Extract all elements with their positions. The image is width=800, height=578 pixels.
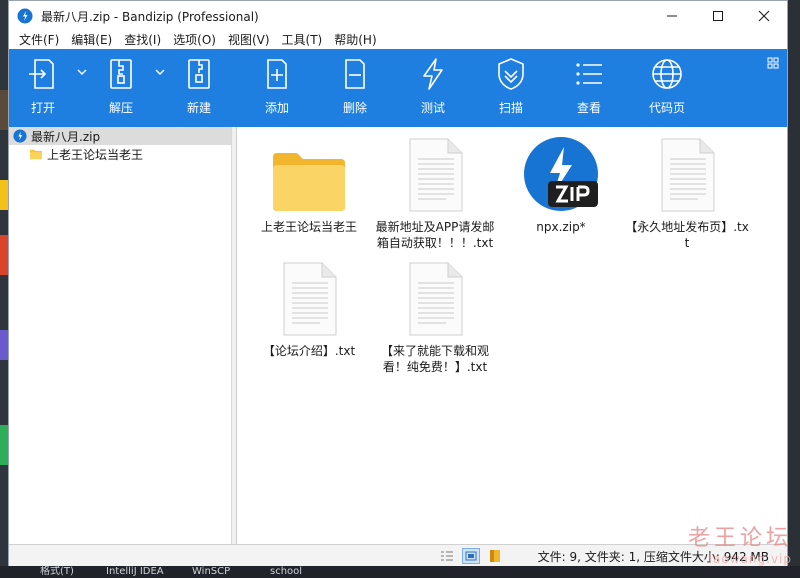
preview-icon: [489, 550, 500, 562]
bandizip-archive-icon: [13, 129, 27, 143]
details-view-icon: [440, 551, 453, 561]
folder-icon: [30, 149, 42, 160]
taskbar-item[interactable]: 格式(T): [40, 566, 74, 578]
taskbar-item[interactable]: IntelliJ IDEA: [106, 566, 164, 578]
extract-label: 解压: [108, 101, 133, 115]
status-bar: 文件: 9, 文件夹: 1, 压缩文件大小: 942 MB: [9, 544, 787, 567]
file-name: 最新地址及APP请发邮箱自动获取！！！.txt: [375, 220, 495, 250]
maximize-icon: [713, 11, 723, 21]
watermark-url: laowang.vip: [708, 552, 792, 566]
chevron-down-icon: [155, 69, 165, 75]
minimize-icon: [667, 15, 677, 17]
text-file-icon: [283, 262, 337, 336]
file-item-folder[interactable]: 上老王论坛当老王: [247, 133, 371, 235]
tree-item-folder[interactable]: 上老王论坛当老王: [9, 145, 231, 163]
title-bar: 最新八月.zip - Bandizip (Professional): [9, 1, 787, 31]
scan-button[interactable]: 扫描: [481, 49, 541, 127]
menu-find[interactable]: 查找(I): [118, 31, 167, 49]
extract-dropdown[interactable]: [151, 49, 169, 127]
file-name: 【永久地址发布页】.txt: [625, 220, 749, 250]
menu-edit[interactable]: 编辑(E): [65, 31, 118, 49]
details-view-button[interactable]: [438, 548, 456, 564]
file-item-txt[interactable]: 【论坛介绍】.txt: [247, 257, 371, 359]
view-button[interactable]: 查看: [559, 49, 619, 127]
lightning-icon: [423, 58, 443, 90]
add-button[interactable]: 添加: [247, 49, 307, 127]
text-file-icon: [409, 138, 463, 212]
globe-icon: [652, 59, 682, 89]
scan-label: 扫描: [498, 101, 523, 115]
tree-folder-label: 上老王论坛当老王: [47, 147, 144, 162]
file-item-txt[interactable]: 【永久地址发布页】.txt: [625, 133, 749, 251]
folder-tree: 最新八月.zip 上老王论坛当老王: [9, 127, 232, 545]
open-button[interactable]: 打开: [13, 49, 73, 127]
maximize-button[interactable]: [695, 1, 741, 31]
desktop-background-right: [788, 0, 800, 578]
minimize-button[interactable]: [649, 1, 695, 31]
folder-icon: [273, 153, 345, 211]
open-dropdown[interactable]: [73, 49, 91, 127]
file-item-txt[interactable]: 【来了就能下载和观看！纯免费！】.txt: [373, 257, 497, 375]
close-button[interactable]: [741, 1, 787, 31]
file-list: 上老王论坛当老王 最新地址及APP请发邮箱自动获取！！！.txt npx.zip…: [237, 127, 787, 545]
window-title: 最新八月.zip - Bandizip (Professional): [41, 9, 259, 24]
list-view-icon: [576, 63, 602, 85]
open-icon: [29, 59, 54, 89]
extract-icon: [110, 59, 132, 89]
extract-button[interactable]: 解压: [91, 49, 151, 127]
chevron-down-icon: [77, 69, 87, 75]
watermark-title: 老王论坛: [687, 526, 792, 551]
taskbar-item[interactable]: WinSCP: [192, 566, 230, 578]
menu-file[interactable]: 文件(F): [13, 31, 65, 49]
file-item-zip[interactable]: npx.zip*: [499, 133, 623, 235]
tree-item-root[interactable]: 最新八月.zip: [9, 127, 231, 145]
file-item-txt[interactable]: 最新地址及APP请发邮箱自动获取！！！.txt: [373, 133, 497, 251]
menu-tools[interactable]: 工具(T): [276, 31, 329, 49]
grid-icon: [767, 57, 779, 69]
file-name: npx.zip*: [536, 220, 586, 234]
toolbar: 打开 解压 新建 添加 删除 测试 扫描 查看 代码页: [9, 49, 787, 127]
content-area: 最新八月.zip 上老王论坛当老王 上老王论坛当老王 最新地址及APP请发邮箱自…: [9, 127, 787, 545]
delete-label: 删除: [342, 101, 367, 115]
file-name: 上老王论坛当老王: [260, 220, 357, 234]
large-icons-view-button[interactable]: [461, 548, 480, 564]
close-icon: [758, 10, 770, 22]
file-name: 【论坛介绍】.txt: [262, 344, 356, 358]
view-label: 查看: [576, 101, 601, 115]
add-label: 添加: [264, 101, 289, 115]
new-label: 新建: [186, 101, 211, 115]
menu-bar: 文件(F) 编辑(E) 查找(I) 选项(O) 视图(V) 工具(T) 帮助(H…: [9, 31, 787, 49]
watermark: 老王论坛 laowang.vip: [688, 520, 792, 566]
menu-help[interactable]: 帮助(H): [328, 31, 382, 49]
preview-pane-button[interactable]: [486, 548, 504, 564]
open-label: 打开: [30, 101, 55, 115]
layout-toggle-button[interactable]: [767, 57, 779, 72]
bandizip-app-icon: [17, 8, 33, 24]
file-name: 【来了就能下载和观看！纯免费！】.txt: [380, 344, 489, 374]
delete-button[interactable]: 删除: [325, 49, 385, 127]
codepage-button[interactable]: 代码页: [637, 49, 697, 127]
taskbar: 格式(T) IntelliJ IDEA WinSCP school: [0, 566, 800, 578]
text-file-icon: [661, 138, 715, 212]
new-archive-icon: [188, 59, 210, 89]
tree-root-label: 最新八月.zip: [31, 129, 101, 144]
taskbar-item[interactable]: school: [270, 566, 302, 578]
delete-file-icon: [345, 59, 365, 89]
add-file-icon: [267, 59, 287, 89]
new-archive-button[interactable]: 新建: [169, 49, 229, 127]
menu-options[interactable]: 选项(O): [167, 31, 222, 49]
codepage-label: 代码页: [648, 101, 685, 115]
shield-icon: [498, 58, 524, 90]
text-file-icon: [409, 262, 463, 336]
test-label: 测试: [420, 101, 445, 115]
menu-view[interactable]: 视图(V): [222, 31, 276, 49]
bandizip-window: 最新八月.zip - Bandizip (Professional) 文件(F)…: [8, 0, 788, 568]
test-button[interactable]: 测试: [403, 49, 463, 127]
large-icons-view-icon: [465, 551, 477, 561]
desktop-background-left: [0, 0, 8, 578]
bandizip-zip-icon: [524, 137, 598, 211]
